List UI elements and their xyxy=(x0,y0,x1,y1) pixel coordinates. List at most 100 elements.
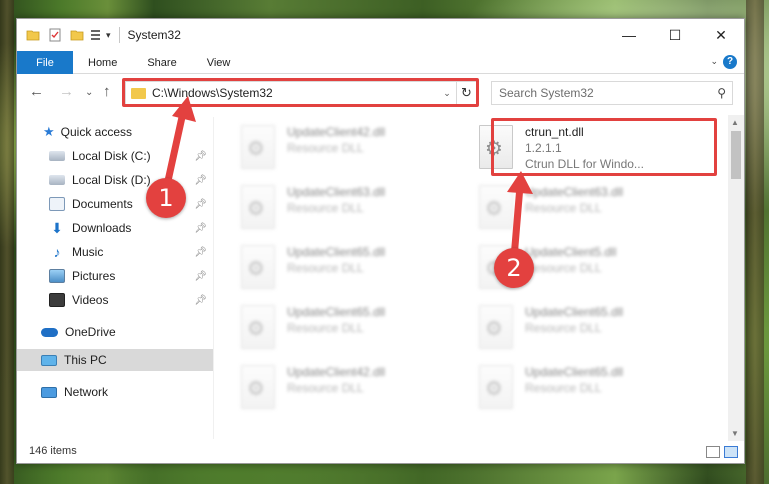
minimize-button[interactable]: — xyxy=(606,19,652,51)
file-tile[interactable]: ⚙ UpdateClient63.dll Resource DLL xyxy=(227,181,447,237)
file-type: Resource DLL xyxy=(525,321,602,335)
downloads-icon: ⬇ xyxy=(51,220,63,236)
back-button[interactable]: ← xyxy=(29,83,44,100)
dll-file-icon: ⚙ xyxy=(479,185,513,229)
background-trunk xyxy=(0,0,14,484)
sidebar-item-label: Quick access xyxy=(60,125,133,139)
forward-button[interactable]: → xyxy=(59,83,74,100)
sidebar-item-pictures[interactable]: Pictures 📌︎ xyxy=(17,265,213,287)
sidebar-item-local-disk-c[interactable]: Local Disk (C:) 📌︎ xyxy=(17,145,213,167)
tab-home[interactable]: Home xyxy=(73,51,132,74)
item-count: 146 items xyxy=(29,445,77,457)
tab-file[interactable]: File xyxy=(17,51,73,74)
file-type: Resource DLL xyxy=(287,141,364,155)
sidebar-item-onedrive[interactable]: OneDrive xyxy=(17,321,213,343)
folder-icon[interactable] xyxy=(26,28,40,42)
ribbon-tabs: File Home Share View xyxy=(17,51,744,74)
sidebar-item-label: Pictures xyxy=(72,269,116,283)
vertical-scrollbar[interactable]: ▲ ▼ xyxy=(728,115,744,441)
music-icon: ♪ xyxy=(53,244,61,260)
pin-icon[interactable]: 📌︎ xyxy=(194,223,207,234)
tab-view[interactable]: View xyxy=(192,51,246,74)
search-input[interactable]: Search System32 ⚲ xyxy=(491,81,733,105)
maximize-button[interactable]: ☐ xyxy=(652,19,698,51)
window-title: System32 xyxy=(127,28,181,42)
properties-icon[interactable] xyxy=(48,28,62,42)
sidebar-item-label: This PC xyxy=(64,353,107,367)
file-type: Resource DLL xyxy=(287,321,364,335)
recent-locations-button[interactable]: ⌄ xyxy=(85,87,93,98)
file-tile[interactable]: ⚙ UpdateClient65.dll Resource DLL xyxy=(465,361,685,417)
file-tile[interactable]: ⚙ UpdateClient65.dll Resource DLL xyxy=(227,301,447,357)
sidebar-item-downloads[interactable]: ⬇ Downloads 📌︎ xyxy=(17,217,213,239)
details-view-icon[interactable] xyxy=(706,446,720,458)
sidebar-item-music[interactable]: ♪ Music 📌︎ xyxy=(17,241,213,263)
file-name: UpdateClient65.dll xyxy=(287,305,386,319)
scroll-up-icon[interactable]: ▲ xyxy=(731,118,739,127)
file-name: UpdateClient42.dll xyxy=(287,125,386,139)
network-icon xyxy=(41,386,57,398)
scroll-down-icon[interactable]: ▼ xyxy=(731,429,739,438)
file-type: Resource DLL xyxy=(525,381,602,395)
up-button[interactable]: ↑ xyxy=(103,83,111,100)
pin-icon[interactable]: 📌︎ xyxy=(194,199,207,210)
pin-icon[interactable]: 📌︎ xyxy=(194,271,207,282)
expand-ribbon-icon[interactable]: ⌄ xyxy=(710,56,718,67)
drive-icon xyxy=(49,175,65,185)
file-highlight-box xyxy=(491,118,717,176)
sidebar-item-label: OneDrive xyxy=(65,325,116,339)
pin-icon[interactable]: 📌︎ xyxy=(194,151,207,162)
sidebar-item-label: Local Disk (D:) xyxy=(72,173,151,187)
dll-file-icon: ⚙ xyxy=(241,125,275,169)
navigation-pane: ★ Quick access Local Disk (C:) 📌︎ Local … xyxy=(17,117,213,437)
onedrive-icon xyxy=(41,327,58,337)
star-icon: ★ xyxy=(43,124,55,139)
background-trunk xyxy=(746,0,764,484)
search-placeholder: Search System32 xyxy=(499,86,594,100)
help-icon[interactable]: ? xyxy=(723,55,737,69)
dll-file-icon: ⚙ xyxy=(241,185,275,229)
file-name: UpdateClient65.dll xyxy=(525,305,624,319)
file-name: UpdateClient5.dll xyxy=(525,245,617,259)
pin-icon[interactable]: 📌︎ xyxy=(194,247,207,258)
sidebar-item-network[interactable]: Network xyxy=(17,381,213,403)
dll-file-icon: ⚙ xyxy=(241,245,275,289)
sidebar-item-quick-access[interactable]: ★ Quick access xyxy=(17,121,213,143)
file-type: Resource DLL xyxy=(287,261,364,275)
this-pc-icon xyxy=(41,354,57,366)
title-separator xyxy=(118,27,120,43)
pictures-icon xyxy=(49,269,65,283)
close-button[interactable]: ✕ xyxy=(698,19,744,51)
step-badge-1: 1 xyxy=(146,178,186,218)
scroll-thumb[interactable] xyxy=(731,131,741,179)
dll-file-icon: ⚙ xyxy=(479,365,513,409)
sidebar-item-label: Documents xyxy=(72,197,133,211)
pin-icon[interactable]: 📌︎ xyxy=(194,175,207,186)
file-name: UpdateClient65.dll xyxy=(287,245,386,259)
sidebar-item-label: Network xyxy=(64,385,109,399)
file-tile[interactable]: ⚙ UpdateClient63.dll Resource DLL xyxy=(465,181,685,237)
file-tile[interactable]: ⚙ UpdateClient65.dll Resource DLL xyxy=(227,241,447,297)
status-bar: 146 items xyxy=(17,439,744,463)
file-tile[interactable]: ⚙ UpdateClient42.dll Resource DLL xyxy=(227,361,447,417)
file-explorer-window: ▾ System32 — ☐ ✕ File Home Share View ⌄ … xyxy=(16,18,745,464)
title-bar: ▾ System32 — ☐ ✕ xyxy=(17,19,744,51)
pin-icon[interactable]: 📌︎ xyxy=(194,295,207,306)
file-tile[interactable]: ⚙ UpdateClient42.dll Resource DLL xyxy=(227,121,447,177)
sidebar-item-videos[interactable]: Videos 📌︎ xyxy=(17,289,213,311)
qa-dropdown-icon[interactable]: ▾ xyxy=(106,30,111,41)
new-folder-icon[interactable] xyxy=(70,28,84,42)
file-type: Resource DLL xyxy=(287,381,364,395)
search-icon[interactable]: ⚲ xyxy=(717,86,726,100)
sidebar-item-label: Downloads xyxy=(72,221,132,235)
address-highlight-box xyxy=(122,78,479,107)
tab-share[interactable]: Share xyxy=(132,51,191,74)
customize-icon[interactable] xyxy=(90,28,104,42)
tiles-view-icon[interactable] xyxy=(724,446,738,458)
dll-file-icon: ⚙ xyxy=(479,305,513,349)
pane-divider xyxy=(213,117,214,439)
sidebar-item-this-pc[interactable]: This PC xyxy=(17,349,213,371)
file-tile[interactable]: ⚙ UpdateClient65.dll Resource DLL xyxy=(465,301,685,357)
documents-icon xyxy=(49,197,65,211)
drive-icon xyxy=(49,151,65,161)
